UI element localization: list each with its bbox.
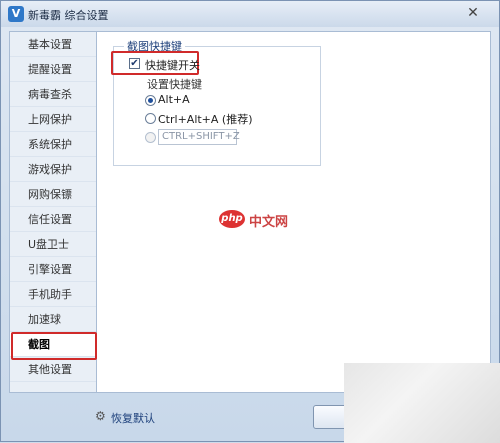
radio-custom: [145, 132, 156, 143]
sidebar-item-trust[interactable]: 信任设置: [10, 207, 96, 232]
close-button[interactable]: ✕: [465, 5, 481, 21]
checkbox-checked-icon[interactable]: ✔: [129, 58, 140, 69]
window-title: 新毒霸 综合设置: [28, 9, 109, 22]
radio-ctrl-alt-a[interactable]: [145, 113, 156, 124]
radio-alt-a-label[interactable]: Alt+A: [158, 93, 190, 106]
app-logo-icon: V: [8, 6, 24, 22]
sidebar-item-system-protection[interactable]: 系统保护: [10, 132, 96, 157]
sidebar-item-web-protection[interactable]: 上网保护: [10, 107, 96, 132]
watermark-text: 中文网: [249, 215, 289, 230]
gear-icon: ⚙: [95, 409, 106, 423]
radio-alt-a[interactable]: [145, 95, 156, 106]
sidebar-item-phone-assistant[interactable]: 手机助手: [10, 282, 96, 307]
title-bar: V 新毒霸 综合设置 ✕: [1, 1, 499, 27]
radio-ctrl-alt-a-label[interactable]: Ctrl+Alt+A (推荐): [158, 111, 253, 127]
sidebar-item-reminder[interactable]: 提醒设置: [10, 57, 96, 82]
blurred-region: [344, 363, 500, 443]
hotkey-sub-label: 设置快捷键: [147, 78, 202, 91]
sidebar-item-virus-scan[interactable]: 病毒查杀: [10, 82, 96, 107]
sidebar-item-engine[interactable]: 引擎设置: [10, 257, 96, 282]
sidebar-item-shopping-guard[interactable]: 网购保镖: [10, 182, 96, 207]
php-logo: php: [219, 210, 245, 228]
sidebar-item-usb-guard[interactable]: U盘卫士: [10, 232, 96, 257]
watermark: php 中文网: [219, 210, 309, 230]
sidebar-item-speed-ball[interactable]: 加速球: [10, 307, 96, 332]
settings-window: V 新毒霸 综合设置 ✕ 基本设置 提醒设置 病毒查杀 上网保护 系统保护 游戏…: [0, 0, 500, 443]
restore-defaults-label[interactable]: 恢复默认: [111, 410, 155, 426]
custom-hotkey-field: CTRL+SHIFT+Z: [158, 129, 240, 145]
sidebar-item-other[interactable]: 其他设置: [10, 357, 96, 382]
hotkey-toggle-label[interactable]: 快捷键开关: [145, 57, 200, 73]
sidebar-item-game-protection[interactable]: 游戏保护: [10, 157, 96, 182]
highlight-outline: [11, 332, 97, 360]
sidebar-item-basic[interactable]: 基本设置: [10, 32, 96, 57]
